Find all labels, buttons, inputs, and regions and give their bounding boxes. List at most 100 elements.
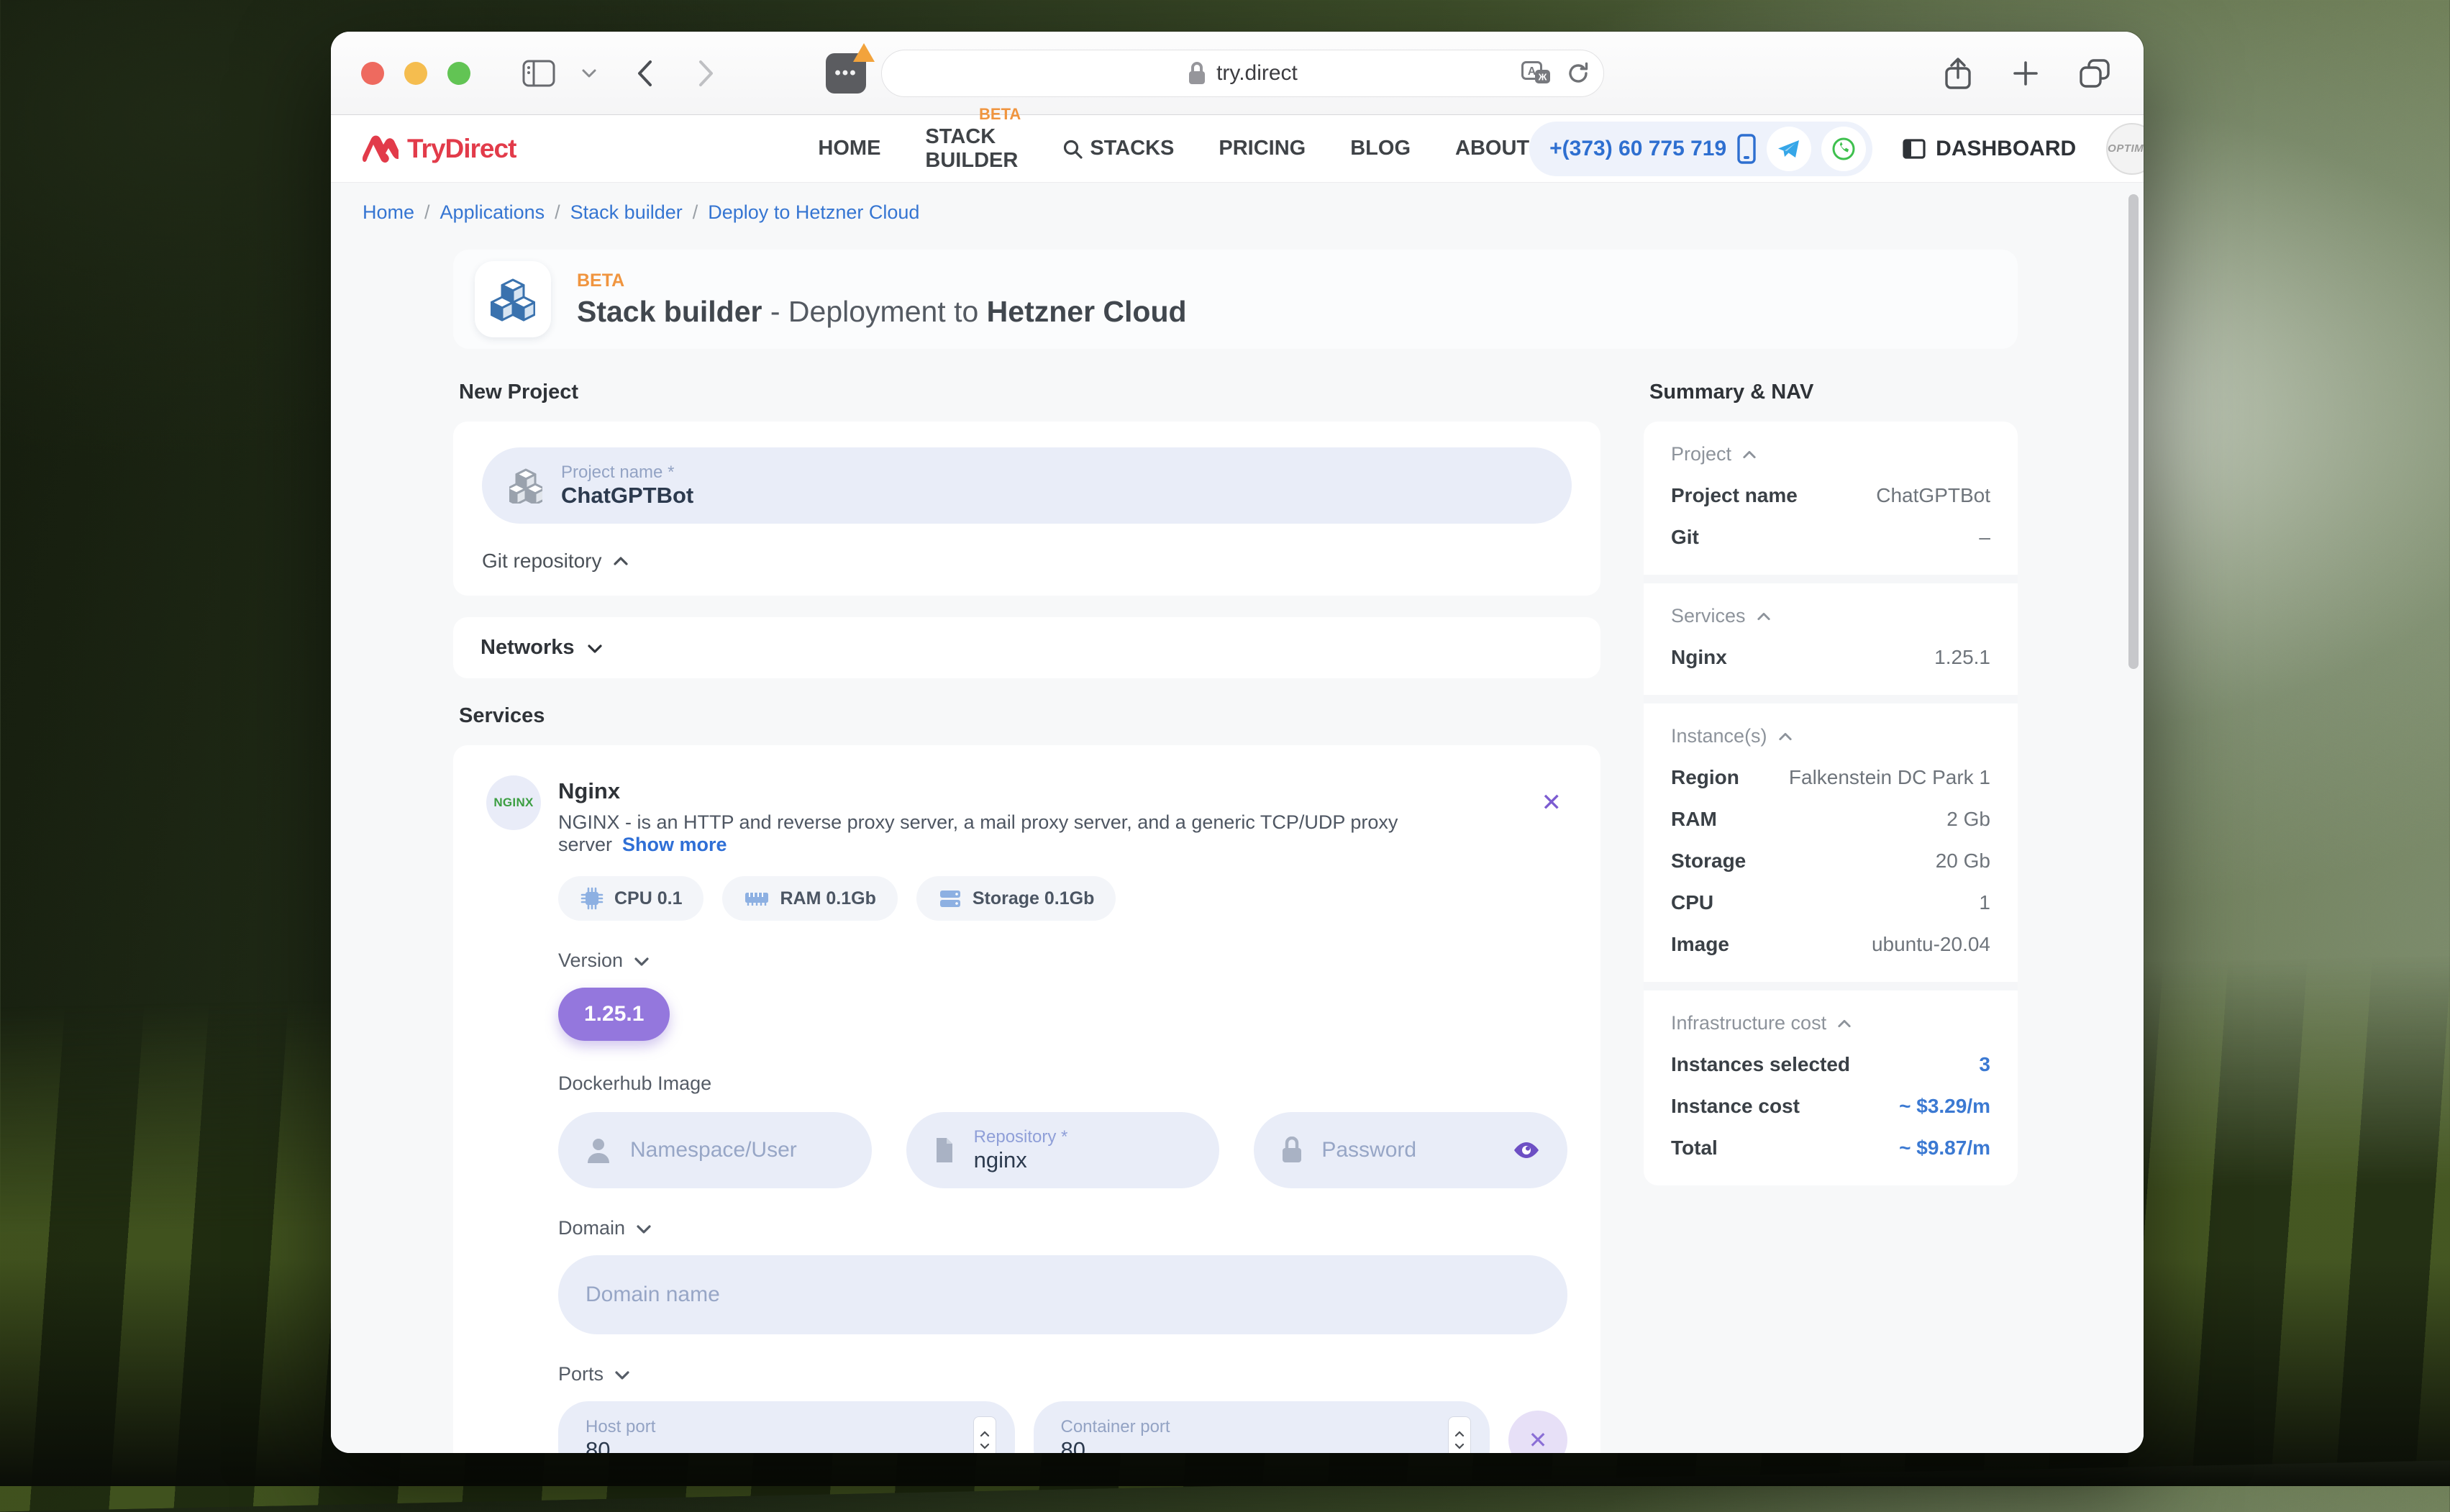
forward-button[interactable] — [698, 59, 715, 88]
host-port-input[interactable] — [586, 1437, 963, 1453]
namespace-field[interactable] — [558, 1112, 872, 1188]
cpu-chip: CPU 0.1 — [558, 876, 703, 921]
nav-home[interactable]: HOME — [818, 137, 880, 160]
nav-blog[interactable]: BLOG — [1350, 137, 1411, 160]
address-bar[interactable]: try.direct AЖ — [881, 50, 1604, 97]
summary-cost-toggle[interactable]: Infrastructure cost — [1671, 1012, 1990, 1034]
password-lock-icon — [1281, 1137, 1303, 1164]
service-name: Nginx — [558, 778, 1518, 804]
new-tab-icon[interactable] — [2011, 59, 2040, 88]
main-nav: HOME BETA STACK BUILDER STACKS PRICING B… — [818, 125, 1529, 173]
summary-row: Git– — [1671, 526, 1990, 549]
breadcrumb-stack-builder[interactable]: Stack builder — [570, 201, 683, 224]
tabs-overview-icon[interactable] — [2079, 58, 2110, 88]
whatsapp-icon[interactable] — [1821, 127, 1866, 171]
number-stepper[interactable] — [1448, 1416, 1471, 1453]
breadcrumb-home[interactable]: Home — [363, 201, 414, 224]
search-icon — [1062, 139, 1083, 159]
site-header: TryDirect HOME BETA STACK BUILDER STACKS… — [331, 115, 2144, 183]
version-toggle[interactable]: Version — [558, 949, 1567, 972]
sidebar-toggle-icon[interactable] — [522, 60, 555, 87]
repository-input[interactable] — [974, 1147, 1193, 1173]
telegram-icon[interactable] — [1767, 127, 1811, 171]
version-option-selected[interactable]: 1.25.1 — [558, 988, 670, 1041]
project-name-field[interactable]: Project name * — [482, 447, 1572, 524]
breadcrumb: Home / Applications / Stack builder / De… — [363, 201, 2144, 224]
breadcrumb-deploy[interactable]: Deploy to Hetzner Cloud — [708, 201, 919, 224]
sidebar-chevron-icon[interactable] — [581, 68, 597, 78]
service-description: NGINX - is an HTTP and reverse proxy ser… — [558, 811, 1518, 856]
domain-toggle[interactable]: Domain — [558, 1217, 1567, 1239]
services-heading: Services — [459, 704, 1600, 728]
share-icon[interactable] — [1944, 56, 1972, 91]
show-more-link[interactable]: Show more — [622, 834, 727, 855]
chevron-down-icon — [633, 954, 650, 968]
password-input[interactable] — [1321, 1138, 1504, 1162]
remove-service-button[interactable]: ✕ — [1536, 775, 1568, 830]
back-button[interactable] — [636, 59, 653, 88]
dockerhub-label: Dockerhub Image — [558, 1072, 1567, 1095]
nav-stack-builder[interactable]: BETA STACK BUILDER — [925, 125, 1018, 173]
container-port-input[interactable] — [1061, 1437, 1439, 1453]
summary-row: Instance cost~ $3.29/m — [1671, 1095, 1990, 1118]
container-port-field[interactable]: Container port — [1034, 1401, 1490, 1453]
close-window-button[interactable] — [361, 62, 384, 85]
host-port-field[interactable]: Host port — [558, 1401, 1015, 1453]
repository-field[interactable]: Repository * — [906, 1112, 1220, 1188]
svg-text:A: A — [1528, 65, 1536, 78]
minimize-window-button[interactable] — [404, 62, 427, 85]
summary-project-toggle[interactable]: Project — [1671, 443, 1990, 465]
repository-label: Repository * — [974, 1127, 1193, 1147]
page-scrollbar[interactable] — [2128, 194, 2139, 669]
lock-icon — [1188, 61, 1206, 86]
remove-port-button[interactable]: ✕ — [1508, 1411, 1567, 1453]
ports-toggle[interactable]: Ports — [558, 1363, 1567, 1385]
summary-card: Project Project nameChatGPTBot Git– — [1644, 422, 2018, 1185]
project-cubes-icon — [509, 468, 542, 504]
extension-warning-badge — [853, 43, 875, 62]
breadcrumb-applications[interactable]: Applications — [440, 201, 545, 224]
zoom-window-button[interactable] — [447, 62, 470, 85]
summary-row: CPU1 — [1671, 891, 1990, 914]
phone-number-link[interactable]: +(373) 60 775 719 — [1549, 137, 1726, 161]
reload-icon[interactable] — [1566, 61, 1590, 86]
git-repository-toggle[interactable]: Git repository — [482, 550, 1572, 573]
nginx-service-card: NGINX Nginx NGINX - is an HTTP and rever… — [453, 745, 1600, 1453]
title-beta-badge: BETA — [577, 270, 1187, 291]
chevron-up-icon — [1777, 730, 1793, 743]
contact-pill: +(373) 60 775 719 — [1529, 122, 1872, 176]
summary-section-instances: Instance(s) RegionFalkenstein DC Park 1 … — [1644, 695, 2018, 982]
nav-pricing[interactable]: PRICING — [1219, 137, 1306, 160]
user-avatar[interactable]: OPTIMUM — [2106, 123, 2144, 175]
summary-row: Nginx1.25.1 — [1671, 646, 1990, 669]
summary-heading: Summary & NAV — [1649, 381, 2018, 404]
url-text: try.direct — [1216, 61, 1298, 86]
nav-stacks[interactable]: STACKS — [1062, 137, 1174, 160]
nav-about[interactable]: ABOUT — [1455, 137, 1529, 160]
show-password-eye-icon[interactable] — [1513, 1139, 1540, 1161]
password-field[interactable] — [1254, 1112, 1567, 1188]
chevron-down-icon — [586, 641, 604, 655]
chevron-down-icon — [635, 1221, 652, 1236]
summary-services-toggle[interactable]: Services — [1671, 605, 1990, 627]
browser-toolbar: ••• try.direct AЖ — [331, 32, 2144, 115]
summary-row: Instances selected3 — [1671, 1053, 1990, 1076]
extension-icon[interactable]: ••• — [826, 53, 866, 94]
dashboard-link[interactable]: DASHBOARD — [1903, 137, 2076, 161]
namespace-input[interactable] — [630, 1138, 844, 1162]
project-name-input[interactable] — [561, 483, 1544, 509]
svg-text:Ж: Ж — [1538, 72, 1547, 83]
nginx-avatar: NGINX — [486, 775, 541, 830]
summary-row: Total~ $9.87/m — [1671, 1137, 1990, 1160]
domain-field[interactable] — [558, 1255, 1567, 1334]
cpu-icon — [580, 886, 604, 911]
number-stepper[interactable] — [973, 1416, 996, 1453]
summary-instances-toggle[interactable]: Instance(s) — [1671, 725, 1990, 747]
summary-section-project: Project Project nameChatGPTBot Git– — [1644, 422, 2018, 575]
translate-icon[interactable]: AЖ — [1521, 61, 1552, 86]
chevron-up-icon — [1836, 1017, 1852, 1030]
trydirect-logo[interactable]: TryDirect — [363, 133, 516, 165]
domain-input[interactable] — [586, 1283, 1540, 1307]
stack-builder-icon — [475, 261, 551, 337]
networks-toggle[interactable]: Networks — [453, 617, 1600, 678]
